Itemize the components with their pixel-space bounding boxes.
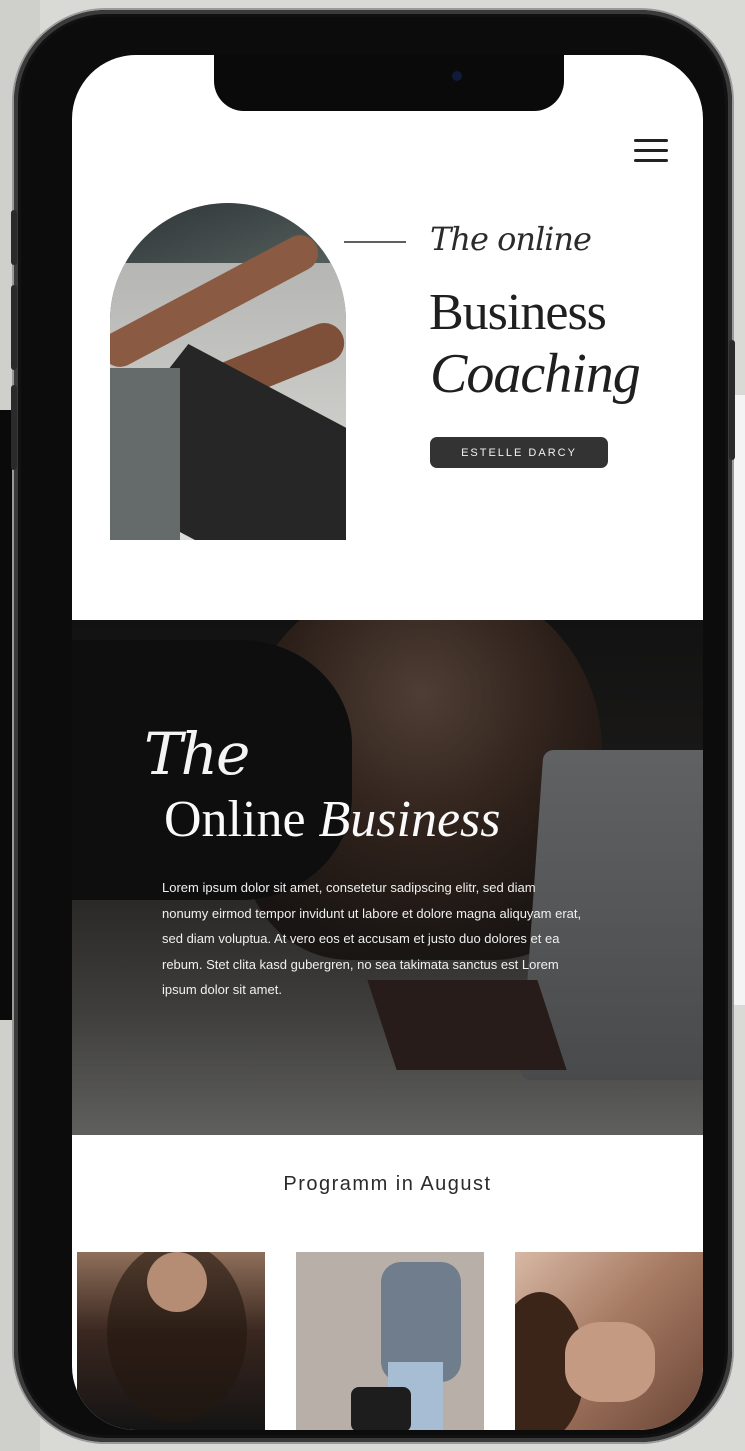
program-heading: Programm in August <box>283 1173 492 1195</box>
program-thumbnail-1[interactable] <box>77 1252 265 1430</box>
feature-title-italic: Business <box>318 791 501 848</box>
hero-title-business: Business <box>429 284 607 341</box>
hero-arch-image <box>110 203 346 540</box>
phone-volume-up-button <box>11 285 17 370</box>
hero-title-coaching: Coaching <box>430 343 641 405</box>
feature-title-plain: Online <box>164 791 306 848</box>
hamburger-menu-icon[interactable] <box>634 139 668 163</box>
phone-screen: The online Business Coaching ESTELLE DAR… <box>72 55 703 1430</box>
hero-divider-line <box>344 241 406 243</box>
camera-icon <box>452 71 462 81</box>
feature-title: Online Business <box>164 790 501 849</box>
hero-script-text: The online <box>430 220 592 258</box>
feature-banner: The Online Business Lorem ipsum dolor si… <box>72 620 703 1135</box>
phone-frame: The online Business Coaching ESTELLE DAR… <box>11 10 735 1442</box>
feature-script-text: The <box>144 720 250 788</box>
phone-power-button <box>729 340 735 460</box>
program-thumbnail-2[interactable] <box>296 1252 484 1430</box>
phone-side-button <box>11 210 17 265</box>
author-button[interactable]: ESTELLE DARCY <box>430 437 608 468</box>
phone-notch <box>214 55 564 111</box>
feature-body-text: Lorem ipsum dolor sit amet, consetetur s… <box>162 880 582 997</box>
phone-volume-down-button <box>11 385 17 470</box>
program-thumbnail-3[interactable] <box>515 1252 703 1430</box>
